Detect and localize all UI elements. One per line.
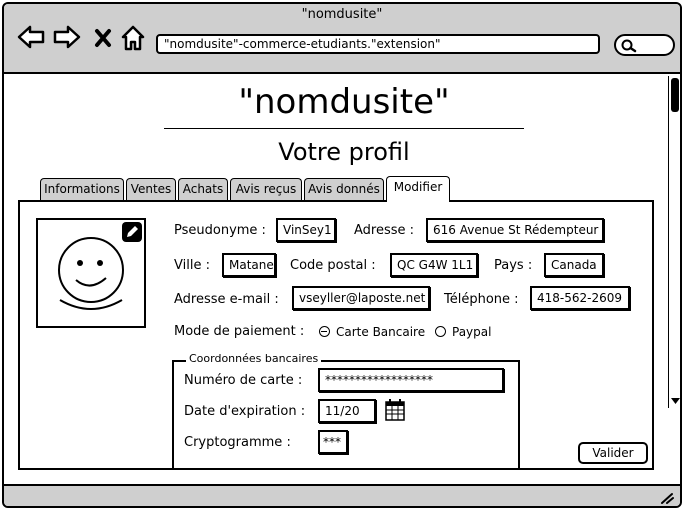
bank-details-legend: Coordonnées bancaires — [186, 352, 322, 365]
card-number-field[interactable]: ****************** — [318, 368, 504, 392]
code-postal-field[interactable]: QC G4W 1L1 — [390, 253, 478, 277]
radio-paypal-label: Paypal — [452, 325, 492, 339]
close-icon[interactable] — [94, 28, 112, 52]
tab-avis-donnes[interactable]: Avis donnés — [304, 178, 384, 200]
telephone-field[interactable]: 418-562-2609 — [530, 286, 630, 310]
status-bar — [4, 484, 680, 506]
tab-modifier[interactable]: Modifier — [386, 176, 450, 202]
valider-button[interactable]: Valider — [578, 442, 648, 464]
radio-carte-bancaire-label: Carte Bancaire — [336, 325, 426, 339]
vertical-scrollbar[interactable] — [668, 76, 680, 409]
expiration-field[interactable]: 11/20 — [318, 399, 376, 423]
adresse-field[interactable]: 616 Avenue St Rédempteur — [426, 218, 604, 242]
calendar-icon[interactable] — [384, 398, 406, 426]
card-number-label: Numéro de carte : — [184, 373, 303, 388]
scroll-down-icon[interactable] — [671, 394, 680, 409]
pays-field[interactable]: Canada — [544, 253, 604, 277]
pays-label: Pays : — [494, 258, 533, 273]
title-divider — [164, 128, 524, 129]
tab-achats[interactable]: Achats — [178, 178, 228, 200]
url-bar[interactable]: "nomdusite"-commerce-etudiants."extensio… — [156, 34, 600, 54]
edit-avatar-icon[interactable] — [122, 222, 142, 242]
browser-window: "nomdusite" "nomdusite"-commerce-etudian… — [2, 2, 682, 508]
pseudonyme-field[interactable]: VinSey1 — [276, 218, 336, 242]
forward-arrow-icon[interactable] — [52, 24, 82, 54]
window-title: "nomdusite" — [301, 7, 383, 22]
radio-paypal[interactable] — [435, 326, 446, 337]
scroll-thumb[interactable] — [671, 78, 679, 112]
page-title: Votre profil — [278, 138, 410, 166]
email-label: Adresse e-mail : — [174, 292, 279, 307]
radio-carte-bancaire[interactable] — [319, 326, 330, 337]
site-title: "nomdusite" — [238, 82, 450, 122]
crypto-field[interactable]: *** — [318, 430, 348, 454]
paiement-label: Mode de paiement : — [174, 324, 305, 339]
expiration-label: Date d'expiration : — [184, 404, 306, 419]
tab-ventes[interactable]: Ventes — [126, 178, 176, 200]
search-icon — [621, 39, 637, 53]
home-icon[interactable] — [120, 24, 146, 56]
browser-toolbar: "nomdusite" "nomdusite"-commerce-etudian… — [4, 4, 680, 74]
pseudonyme-label: Pseudonyme : — [174, 223, 266, 238]
profile-form-panel: Pseudonyme : VinSey1 Adresse : 616 Avenu… — [18, 200, 654, 470]
crypto-label: Cryptogramme : — [184, 435, 291, 450]
ville-label: Ville : — [174, 258, 210, 273]
tab-informations[interactable]: Informations — [40, 178, 124, 200]
page-content: "nomdusite" Votre profil Informations Ve… — [4, 76, 668, 486]
search-input[interactable] — [614, 34, 675, 56]
telephone-label: Téléphone : — [444, 292, 519, 307]
back-arrow-icon[interactable] — [16, 24, 46, 54]
tab-avis-recus[interactable]: Avis reçus — [230, 178, 302, 200]
email-field[interactable]: vseyller@laposte.net — [292, 286, 430, 310]
adresse-label: Adresse : — [354, 223, 415, 238]
resize-grip-icon[interactable] — [660, 492, 674, 506]
avatar — [36, 218, 146, 328]
code-postal-label: Code postal : — [290, 258, 376, 273]
ville-field[interactable]: Matane — [222, 253, 276, 277]
